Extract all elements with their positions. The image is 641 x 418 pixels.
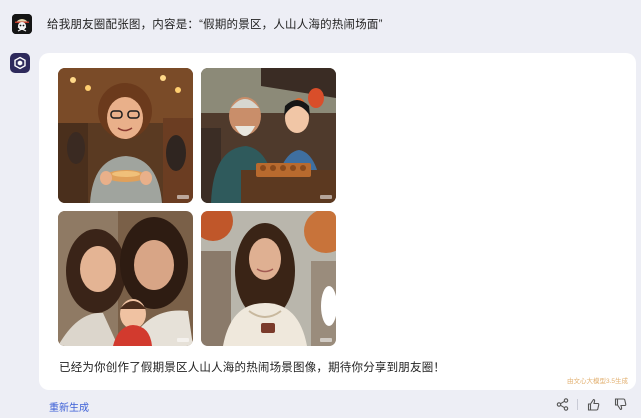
thumbs-down-icon	[614, 397, 626, 410]
user-message: 给我朋友圈配张图，内容是：“假期的景区，人山人海的热闹场面”	[12, 14, 383, 34]
response-actions	[553, 396, 629, 412]
generated-image-4[interactable]	[201, 211, 336, 346]
thumbs-up-icon	[587, 398, 599, 411]
share-icon	[556, 397, 568, 411]
ai-tag-badge	[320, 338, 332, 342]
generated-image-1[interactable]	[58, 68, 193, 203]
generated-image-grid	[58, 68, 338, 346]
ai-generated-watermark: 由文心大模型3.5生成	[566, 378, 628, 385]
generated-image-2[interactable]	[201, 68, 336, 203]
generated-image-3[interactable]	[58, 211, 193, 346]
thumbs-down-button[interactable]	[611, 396, 629, 412]
bot-response-text: 已经为你创作了假期景区人山人海的热闹场景图像，期待你分享到朋友圈！	[59, 362, 446, 374]
share-button[interactable]	[553, 396, 571, 412]
action-divider	[577, 398, 578, 410]
ai-tag-badge	[177, 338, 189, 342]
ai-tag-badge	[177, 195, 189, 199]
crowded-street-market-girl-image	[58, 68, 193, 203]
user-message-text: 给我朋友圈配张图，内容是：“假期的景区，人山人海的热闹场面”	[47, 19, 383, 31]
woman-autumn-street-image	[201, 211, 336, 346]
bot-avatar	[10, 53, 30, 73]
chat-page: 给我朋友圈配张图，内容是：“假期的景区，人山人海的热闹场面” 已经为你创作了假期…	[0, 0, 641, 418]
two-women-with-child-image	[58, 211, 193, 346]
bot-response-card: 已经为你创作了假期景区人山人海的热闹场景图像，期待你分享到朋友圈！ 由文心大模型…	[39, 53, 636, 390]
market-vendors-food-stall-image	[201, 68, 336, 203]
thumbs-up-button[interactable]	[584, 396, 602, 412]
ernie-bot-logo-icon	[14, 56, 26, 70]
user-avatar[interactable]	[12, 14, 32, 34]
ai-tag-badge	[320, 195, 332, 199]
regenerate-button[interactable]: 重新生成	[49, 399, 89, 414]
pirate-skull-icon	[12, 14, 32, 34]
